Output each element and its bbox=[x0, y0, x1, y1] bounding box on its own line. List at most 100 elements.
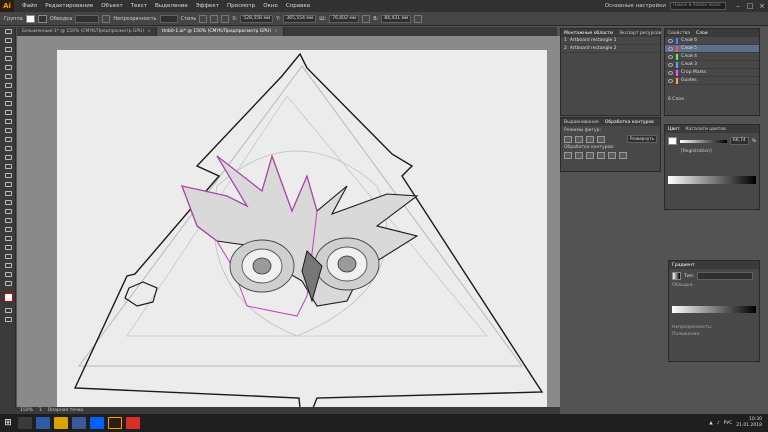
windows-start-icon[interactable]: ⊞ bbox=[0, 414, 16, 432]
tab-export-assets[interactable]: Экспорт ресурсов bbox=[619, 31, 661, 36]
pen-tool-icon[interactable] bbox=[0, 63, 16, 72]
store-icon[interactable] bbox=[72, 417, 86, 429]
tab-artboards[interactable]: Монтажные области bbox=[564, 31, 613, 36]
lasso-tool-icon[interactable] bbox=[0, 54, 16, 63]
maximize-button[interactable]: □ bbox=[744, 2, 756, 10]
merge-icon[interactable] bbox=[586, 152, 594, 159]
type-tool-icon[interactable] bbox=[0, 81, 16, 90]
rotate-tool-icon[interactable] bbox=[0, 144, 16, 153]
column-graph-tool-icon[interactable] bbox=[0, 243, 16, 252]
scale-tool-icon[interactable] bbox=[0, 153, 16, 162]
menu-type[interactable]: Текст bbox=[127, 0, 151, 12]
unite-icon[interactable] bbox=[564, 135, 572, 143]
menu-select[interactable]: Выделение bbox=[151, 0, 192, 12]
line-tool-icon[interactable] bbox=[0, 90, 16, 99]
width-tool-icon[interactable] bbox=[0, 162, 16, 171]
style-picker-icon[interactable] bbox=[199, 14, 208, 23]
gradient-swatch[interactable] bbox=[672, 272, 681, 280]
clock[interactable]: 10:30 21.01.2018 bbox=[736, 417, 762, 429]
close-button[interactable]: × bbox=[756, 2, 768, 10]
visibility-eye-icon[interactable] bbox=[668, 54, 673, 59]
layer-row[interactable]: Слой 3 bbox=[665, 61, 759, 69]
intersect-icon[interactable] bbox=[586, 135, 594, 143]
menu-file[interactable]: Файл bbox=[18, 0, 41, 12]
eyedropper-tool-icon[interactable] bbox=[0, 216, 16, 225]
visibility-eye-icon[interactable] bbox=[668, 78, 673, 83]
tab-properties[interactable]: Свойства bbox=[668, 31, 690, 36]
zoom-field[interactable]: 150% bbox=[20, 408, 33, 413]
link-icon[interactable] bbox=[362, 14, 371, 23]
width-field[interactable]: 76,602 мм bbox=[329, 14, 360, 23]
fill-swatch[interactable] bbox=[25, 14, 35, 23]
tab-pathfinder[interactable]: Обработка контуров bbox=[605, 120, 654, 125]
free-transform-tool-icon[interactable] bbox=[0, 171, 16, 180]
eraser-tool-icon[interactable] bbox=[0, 135, 16, 144]
artwork[interactable] bbox=[17, 36, 560, 407]
artboard-row[interactable]: 1 Artboard rectangle 1 bbox=[561, 37, 660, 45]
menu-effect[interactable]: Эффект bbox=[192, 0, 223, 12]
rectangle-tool-icon[interactable] bbox=[0, 99, 16, 108]
opacity-field[interactable] bbox=[159, 14, 178, 23]
perspective-grid-tool-icon[interactable] bbox=[0, 189, 16, 198]
language-indicator[interactable]: РУС bbox=[724, 421, 733, 426]
height-field[interactable]: 84,431 мм bbox=[381, 14, 412, 23]
stroke-label[interactable]: Обводка bbox=[50, 16, 73, 22]
y-field[interactable]: 365,554 мм bbox=[283, 14, 317, 23]
menu-object[interactable]: Объект bbox=[97, 0, 127, 12]
volume-icon[interactable]: ♪ bbox=[717, 421, 720, 426]
visibility-eye-icon[interactable] bbox=[668, 46, 673, 51]
stroke-swatch[interactable] bbox=[37, 14, 47, 23]
tab-active-document[interactable]: tmb0-1.ai* @ 150% (CMYK/Предпросмотр GPU… bbox=[156, 27, 284, 36]
tab-color[interactable]: Цвет bbox=[668, 127, 680, 132]
direct-selection-tool-icon[interactable] bbox=[0, 36, 16, 45]
brush-icon[interactable] bbox=[102, 14, 111, 23]
blend-tool-icon[interactable] bbox=[0, 225, 16, 234]
stock-search-input[interactable]: Поиск в Adobe Stock bbox=[670, 2, 726, 10]
visibility-eye-icon[interactable] bbox=[668, 70, 673, 75]
minus-back-icon[interactable] bbox=[619, 152, 627, 159]
curvature-tool-icon[interactable] bbox=[0, 72, 16, 81]
stroke-weight-field[interactable] bbox=[75, 14, 100, 23]
magic-wand-tool-icon[interactable] bbox=[0, 45, 16, 54]
tint-slider[interactable] bbox=[680, 139, 727, 143]
gradient-ramp[interactable] bbox=[672, 306, 756, 313]
exclude-icon[interactable] bbox=[597, 135, 605, 143]
artboard-tool-icon[interactable] bbox=[0, 252, 16, 261]
x-field[interactable]: 528,558 мм bbox=[240, 14, 274, 23]
chrome-icon[interactable] bbox=[126, 417, 140, 429]
draw-mode-icon[interactable] bbox=[0, 306, 16, 315]
layer-row[interactable]: Guides bbox=[665, 77, 759, 85]
selection-tool-icon[interactable] bbox=[0, 27, 16, 36]
layer-row[interactable]: Crop Marks bbox=[665, 69, 759, 77]
layer-row[interactable]: Слой 6 bbox=[665, 37, 759, 45]
network-icon[interactable]: ▲ bbox=[709, 421, 712, 426]
edge-icon[interactable] bbox=[36, 417, 50, 429]
tab-layers[interactable]: Слои bbox=[696, 31, 708, 36]
tint-field[interactable]: 66,74 bbox=[729, 137, 749, 145]
visibility-eye-icon[interactable] bbox=[668, 62, 673, 67]
fill-stroke-icon[interactable] bbox=[0, 288, 16, 306]
menu-edit[interactable]: Редактирование bbox=[41, 0, 97, 12]
minimize-button[interactable]: – bbox=[732, 2, 744, 10]
symbol-sprayer-tool-icon[interactable] bbox=[0, 234, 16, 243]
dropbox-icon[interactable] bbox=[90, 417, 104, 429]
tab-align[interactable]: Выравнивание bbox=[564, 120, 599, 125]
crop-icon[interactable] bbox=[597, 152, 605, 159]
artboard-number[interactable]: 1 bbox=[39, 408, 42, 413]
minus-front-icon[interactable] bbox=[575, 135, 583, 143]
mesh-tool-icon[interactable] bbox=[0, 198, 16, 207]
slice-tool-icon[interactable] bbox=[0, 261, 16, 270]
close-icon[interactable]: × bbox=[147, 29, 151, 34]
workspace-switcher[interactable]: Основные настройки bbox=[605, 3, 666, 9]
menu-window[interactable]: Окно bbox=[259, 0, 282, 12]
style-label[interactable]: Стиль bbox=[181, 16, 197, 22]
tab-untitled-1[interactable]: Безымянный-1* @ 150% (CMYK/Предпросмотр … bbox=[17, 27, 157, 36]
canvas-area[interactable] bbox=[17, 36, 560, 407]
menu-view[interactable]: Просмотр bbox=[223, 0, 259, 12]
shape-builder-tool-icon[interactable] bbox=[0, 180, 16, 189]
menu-help[interactable]: Справка bbox=[282, 0, 314, 12]
paintbrush-tool-icon[interactable] bbox=[0, 108, 16, 117]
fill-swatch[interactable] bbox=[668, 137, 677, 145]
divide-icon[interactable] bbox=[564, 152, 572, 159]
visibility-eye-icon[interactable] bbox=[668, 38, 673, 43]
